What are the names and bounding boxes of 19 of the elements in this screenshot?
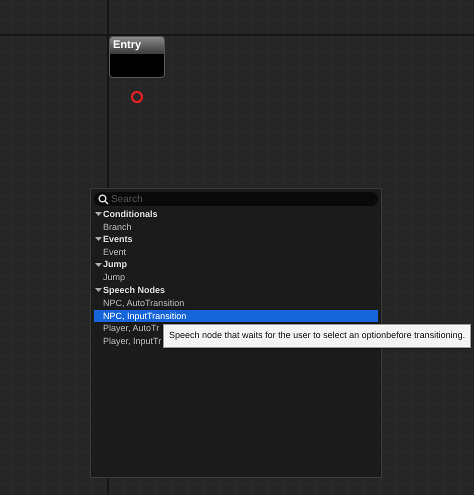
category-row[interactable]: Jump bbox=[94, 258, 378, 272]
category-row[interactable]: Conditionals bbox=[94, 208, 378, 221]
menu-item[interactable]: Branch bbox=[94, 220, 378, 234]
menu-item[interactable]: Jump bbox=[94, 271, 378, 284]
expanded-triangle-icon bbox=[95, 262, 102, 269]
menu-item[interactable]: NPC, AutoTransition bbox=[94, 296, 378, 310]
node-title: Entry bbox=[110, 37, 164, 54]
menu-item[interactable]: NPC, InputTransition bbox=[94, 310, 378, 322]
graph-node[interactable]: Entry bbox=[109, 36, 165, 78]
category-row[interactable]: Speech Nodes bbox=[94, 284, 378, 297]
tooltip: Speech node that waits for the user to select an optionbefore transitioning. bbox=[163, 324, 472, 348]
expanded-triangle-icon bbox=[95, 210, 102, 218]
search-icon bbox=[98, 194, 109, 204]
menu-item[interactable]: Event bbox=[94, 246, 378, 259]
expanded-triangle-icon bbox=[95, 286, 102, 294]
search-field[interactable]: Search bbox=[94, 192, 378, 206]
category-row[interactable]: Events bbox=[94, 233, 378, 246]
pin-icon[interactable] bbox=[130, 90, 144, 104]
expanded-triangle-icon bbox=[95, 236, 102, 244]
